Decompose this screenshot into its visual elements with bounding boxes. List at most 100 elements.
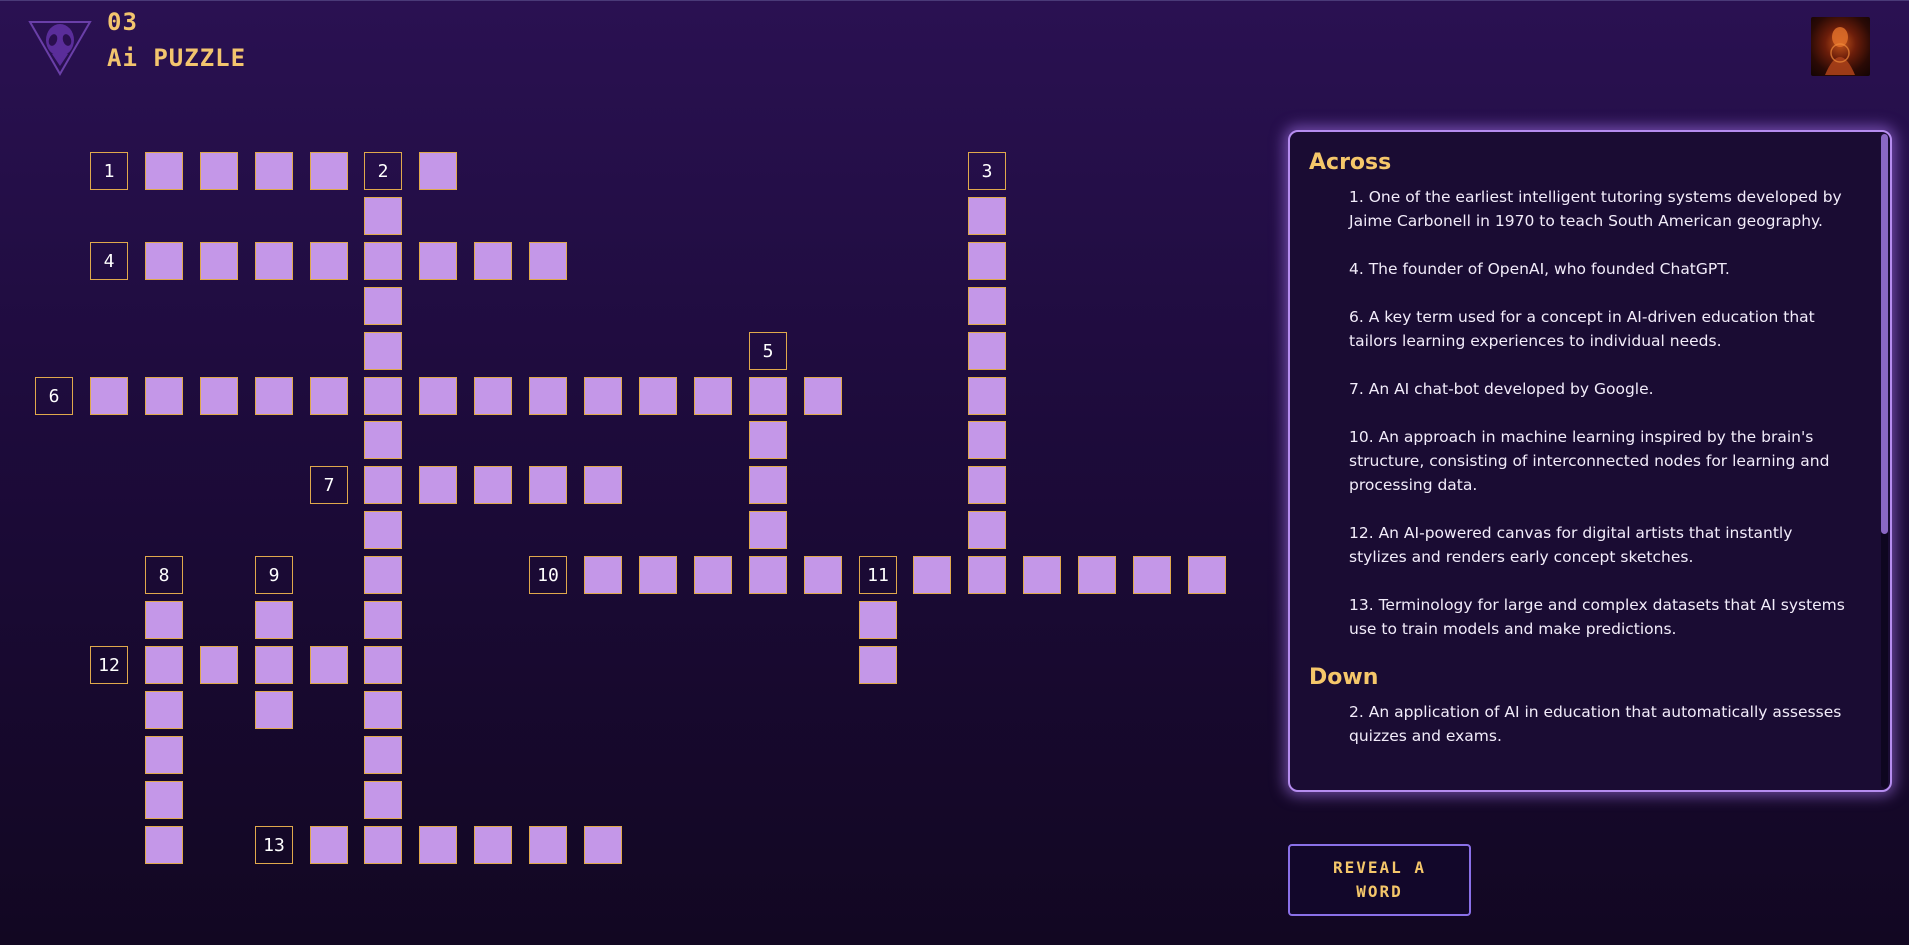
crossword-cell[interactable]: [859, 646, 897, 684]
crossword-cell[interactable]: [913, 556, 951, 594]
crossword-cell[interactable]: [419, 826, 457, 864]
crossword-cell[interactable]: [364, 646, 402, 684]
crossword-cell[interactable]: [639, 556, 677, 594]
crossword-cell[interactable]: [200, 152, 238, 190]
crossword-cell[interactable]: [310, 826, 348, 864]
crossword-cell[interactable]: [694, 377, 732, 415]
crossword-cell[interactable]: [145, 152, 183, 190]
clue-number-cell: 4: [90, 242, 128, 280]
crossword-cell[interactable]: [90, 377, 128, 415]
crossword-cell[interactable]: [584, 556, 622, 594]
crossword-cell[interactable]: [474, 377, 512, 415]
crossword-cell[interactable]: [364, 691, 402, 729]
crossword-cell[interactable]: [310, 242, 348, 280]
clues-scroll-area[interactable]: Across 1. One of the earliest intelligen…: [1290, 132, 1880, 790]
clue-across-10[interactable]: 10. An approach in machine learning insp…: [1349, 425, 1849, 497]
crossword-cell[interactable]: [145, 377, 183, 415]
crossword-cell[interactable]: [584, 377, 622, 415]
crossword-cell[interactable]: [145, 601, 183, 639]
crossword-cell[interactable]: [364, 242, 402, 280]
crossword-cell[interactable]: [145, 826, 183, 864]
crossword-cell[interactable]: [310, 152, 348, 190]
crossword-cell[interactable]: [529, 242, 567, 280]
clue-across-7[interactable]: 7. An AI chat-bot developed by Google.: [1349, 377, 1849, 401]
crossword-cell[interactable]: [749, 511, 787, 549]
crossword-cell[interactable]: [255, 242, 293, 280]
crossword-cell[interactable]: [419, 466, 457, 504]
crossword-cell[interactable]: [968, 242, 1006, 280]
crossword-cell[interactable]: [255, 152, 293, 190]
crossword-cell[interactable]: [1078, 556, 1116, 594]
crossword-cell[interactable]: [364, 287, 402, 325]
clue-down-2[interactable]: 2. An application of AI in education tha…: [1349, 700, 1849, 748]
crossword-cell[interactable]: [859, 601, 897, 639]
crossword-cell[interactable]: [255, 377, 293, 415]
crossword-cell[interactable]: [474, 242, 512, 280]
crossword-cell[interactable]: [529, 466, 567, 504]
crossword-cell[interactable]: [694, 556, 732, 594]
crossword-cell[interactable]: [200, 646, 238, 684]
clue-across-4[interactable]: 4. The founder of OpenAI, who founded Ch…: [1349, 257, 1849, 281]
crossword-cell[interactable]: [255, 601, 293, 639]
crossword-cell[interactable]: [804, 556, 842, 594]
clues-scrollbar[interactable]: [1881, 134, 1888, 788]
crossword-cell[interactable]: [310, 377, 348, 415]
crossword-cell[interactable]: [1133, 556, 1171, 594]
crossword-cell[interactable]: [200, 242, 238, 280]
crossword-cell[interactable]: [145, 691, 183, 729]
clue-number-cell: 6: [35, 377, 73, 415]
crossword-cell[interactable]: [474, 466, 512, 504]
crossword-cell[interactable]: [968, 556, 1006, 594]
crossword-cell[interactable]: [364, 601, 402, 639]
crossword-cell[interactable]: [1023, 556, 1061, 594]
clue-across-1[interactable]: 1. One of the earliest intelligent tutor…: [1349, 185, 1849, 233]
crossword-cell[interactable]: [968, 377, 1006, 415]
crossword-cell[interactable]: [968, 287, 1006, 325]
crossword-cell[interactable]: [1188, 556, 1226, 594]
crossword-cell[interactable]: [145, 736, 183, 774]
reveal-word-button[interactable]: REVEAL A WORD: [1288, 844, 1471, 916]
crossword-cell[interactable]: [364, 736, 402, 774]
clue-across-12[interactable]: 12. An AI-powered canvas for digital art…: [1349, 521, 1849, 569]
crossword-cell[interactable]: [474, 826, 512, 864]
crossword-cell[interactable]: [255, 646, 293, 684]
crossword-cell[interactable]: [364, 556, 402, 594]
clues-scroll-thumb[interactable]: [1881, 134, 1888, 534]
crossword-cell[interactable]: [364, 421, 402, 459]
crossword-cell[interactable]: [364, 466, 402, 504]
crossword-cell[interactable]: [968, 197, 1006, 235]
crossword-cell[interactable]: [145, 781, 183, 819]
crossword-cell[interactable]: [968, 332, 1006, 370]
crossword-cell[interactable]: [419, 377, 457, 415]
crossword-cell[interactable]: [968, 511, 1006, 549]
crossword-cell[interactable]: [364, 511, 402, 549]
crossword-cell[interactable]: [145, 646, 183, 684]
crossword-cell[interactable]: [419, 152, 457, 190]
crossword-cell[interactable]: [419, 242, 457, 280]
crossword-cell[interactable]: [804, 377, 842, 415]
clue-across-6[interactable]: 6. A key term used for a concept in AI-d…: [1349, 305, 1849, 353]
crossword-cell[interactable]: [749, 421, 787, 459]
crossword-cell[interactable]: [968, 466, 1006, 504]
crossword-cell[interactable]: [968, 421, 1006, 459]
crossword-cell[interactable]: [364, 826, 402, 864]
crossword-cell[interactable]: [749, 377, 787, 415]
crossword-cell[interactable]: [364, 332, 402, 370]
crossword-cell[interactable]: [200, 377, 238, 415]
crossword-cell[interactable]: [584, 826, 622, 864]
crossword-cell[interactable]: [364, 197, 402, 235]
crossword-cell[interactable]: [529, 826, 567, 864]
crossword-cell[interactable]: [529, 377, 567, 415]
user-avatar[interactable]: [1811, 17, 1870, 76]
clues-panel[interactable]: Across 1. One of the earliest intelligen…: [1288, 130, 1892, 792]
crossword-cell[interactable]: [584, 466, 622, 504]
crossword-cell[interactable]: [255, 691, 293, 729]
crossword-cell[interactable]: [639, 377, 677, 415]
crossword-cell[interactable]: [364, 377, 402, 415]
crossword-cell[interactable]: [310, 646, 348, 684]
crossword-cell[interactable]: [364, 781, 402, 819]
crossword-cell[interactable]: [749, 556, 787, 594]
crossword-cell[interactable]: [145, 242, 183, 280]
crossword-cell[interactable]: [749, 466, 787, 504]
clue-across-13[interactable]: 13. Terminology for large and complex da…: [1349, 593, 1849, 641]
